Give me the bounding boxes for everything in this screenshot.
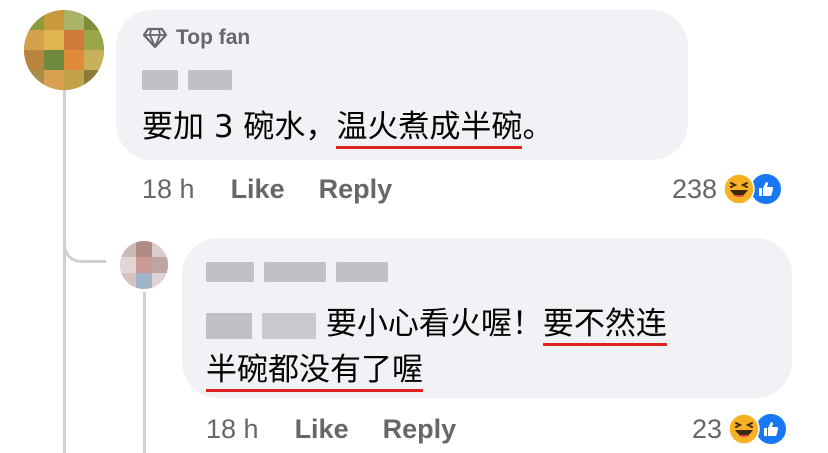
laugh-emoji-icon xyxy=(728,413,760,445)
reply-avatar[interactable] xyxy=(120,241,168,289)
reply-author-name[interactable] xyxy=(206,262,388,282)
reply-reply-button[interactable]: Reply xyxy=(383,414,457,445)
tagged-name-2[interactable] xyxy=(262,312,316,339)
reply-reactions[interactable]: 23 xyxy=(692,412,789,446)
reply-timestamp[interactable]: 18 h xyxy=(206,414,259,445)
comment-actions: 18 h Like Reply xyxy=(142,174,392,205)
commenter-name[interactable] xyxy=(142,70,232,90)
top-fan-badge: Top fan xyxy=(142,26,250,50)
laugh-emoji-icon xyxy=(723,173,755,205)
reply-text-line-1: 要小心看火喔！要不然连 xyxy=(206,301,667,347)
comment-text: 要加 3 碗水，温火煮成半碗。 xyxy=(142,104,553,150)
badge-label: Top fan xyxy=(176,26,251,49)
reply-reaction-count: 23 xyxy=(692,413,723,444)
avatar[interactable] xyxy=(24,10,104,90)
reaction-count: 238 xyxy=(672,173,718,204)
diamond-icon xyxy=(142,27,168,49)
thread-line-reply xyxy=(143,292,146,453)
thread-line-main xyxy=(63,90,66,453)
comment-timestamp[interactable]: 18 h xyxy=(142,174,195,205)
thread-line-curve xyxy=(63,232,106,263)
like-button[interactable]: Like xyxy=(231,174,285,205)
reply-text-line-2: 半碗都没有了喔 xyxy=(206,347,423,393)
reply-button[interactable]: Reply xyxy=(319,174,393,205)
reply-actions: 18 h Like Reply xyxy=(206,414,456,445)
comment-reactions[interactable]: 238 xyxy=(672,172,784,206)
reply-like-button[interactable]: Like xyxy=(295,414,349,445)
tagged-name[interactable] xyxy=(206,312,252,339)
